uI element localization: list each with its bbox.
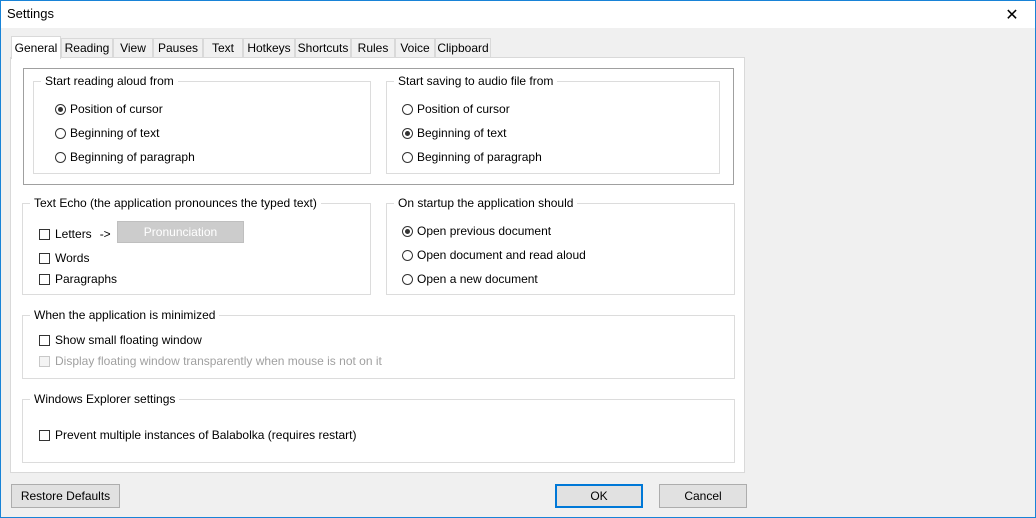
open-new-document-radio[interactable]: Open a new document <box>402 272 538 286</box>
tab-general[interactable]: General <box>11 36 61 59</box>
audio-from-paragraph-radio[interactable]: Beginning of paragraph <box>402 150 542 164</box>
explorer-title: Windows Explorer settings <box>30 392 180 406</box>
settings-window: Settings ✕ General Reading View Pauses T… <box>0 0 1036 518</box>
checkbox-icon <box>39 228 50 240</box>
tab-text[interactable]: Text <box>203 38 243 57</box>
minimized-title: When the application is minimized <box>30 308 220 322</box>
radio-selected-icon <box>55 103 66 115</box>
restore-defaults-button[interactable]: Restore Defaults <box>11 484 120 508</box>
words-checkbox[interactable]: Words <box>39 251 89 265</box>
radio-selected-icon <box>402 225 413 237</box>
reading-from-text-start-radio[interactable]: Beginning of text <box>55 126 159 140</box>
explorer-group: Windows Explorer settings Prevent multip… <box>22 392 735 463</box>
reading-from-paragraph-radio[interactable]: Beginning of paragraph <box>55 150 195 164</box>
audio-start-group: Start saving to audio file from Position… <box>386 74 720 174</box>
tab-voice[interactable]: Voice <box>395 38 435 57</box>
tab-reading[interactable]: Reading <box>61 38 113 57</box>
radio-icon <box>402 249 413 261</box>
radio-icon <box>55 127 66 139</box>
letters-checkbox[interactable]: Letters -> <box>39 227 111 241</box>
checkbox-disabled-icon <box>39 355 50 367</box>
checkbox-icon <box>39 252 50 264</box>
letters-arrow: -> <box>99 227 111 241</box>
text-echo-title: Text Echo (the application pronounces th… <box>30 196 321 210</box>
tab-rules[interactable]: Rules <box>351 38 395 57</box>
close-icon[interactable]: ✕ <box>989 1 1035 28</box>
tab-shortcuts[interactable]: Shortcuts <box>295 38 351 57</box>
reading-start-title: Start reading aloud from <box>41 74 178 88</box>
title-bar: Settings ✕ <box>1 1 1035 28</box>
audio-from-text-start-radio[interactable]: Beginning of text <box>402 126 506 140</box>
prevent-multiple-instances-checkbox[interactable]: Prevent multiple instances of Balabolka … <box>39 428 356 442</box>
tab-hotkeys[interactable]: Hotkeys <box>243 38 295 57</box>
window-title: Settings <box>7 6 54 21</box>
audio-start-title: Start saving to audio file from <box>394 74 558 88</box>
radio-icon <box>402 151 413 163</box>
reading-from-cursor-radio[interactable]: Position of cursor <box>55 102 163 116</box>
paragraphs-checkbox[interactable]: Paragraphs <box>39 272 117 286</box>
radio-icon <box>402 103 413 115</box>
open-previous-document-radio[interactable]: Open previous document <box>402 224 551 238</box>
tab-view[interactable]: View <box>113 38 153 57</box>
tab-clipboard[interactable]: Clipboard <box>435 38 491 57</box>
checkbox-icon <box>39 273 50 285</box>
checkbox-icon <box>39 334 50 346</box>
startup-title: On startup the application should <box>394 196 578 210</box>
general-tab-panel: Start reading aloud from Position of cur… <box>10 57 745 473</box>
pronunciation-button[interactable]: Pronunciation <box>117 221 244 243</box>
radio-icon <box>402 273 413 285</box>
radio-icon <box>55 151 66 163</box>
open-and-read-radio[interactable]: Open document and read aloud <box>402 248 586 262</box>
transparent-floating-checkbox[interactable]: Display floating window transparently wh… <box>39 354 382 368</box>
radio-selected-icon <box>402 127 413 139</box>
startup-group: On startup the application should Open p… <box>386 196 735 295</box>
reading-start-group: Start reading aloud from Position of cur… <box>33 74 371 174</box>
cancel-button[interactable]: Cancel <box>659 484 747 508</box>
audio-from-cursor-radio[interactable]: Position of cursor <box>402 102 510 116</box>
minimized-group: When the application is minimized Show s… <box>22 308 735 379</box>
ok-button[interactable]: OK <box>555 484 643 508</box>
text-echo-group: Text Echo (the application pronounces th… <box>22 196 371 295</box>
checkbox-icon <box>39 429 50 441</box>
tab-pauses[interactable]: Pauses <box>153 38 203 57</box>
show-floating-window-checkbox[interactable]: Show small floating window <box>39 333 202 347</box>
